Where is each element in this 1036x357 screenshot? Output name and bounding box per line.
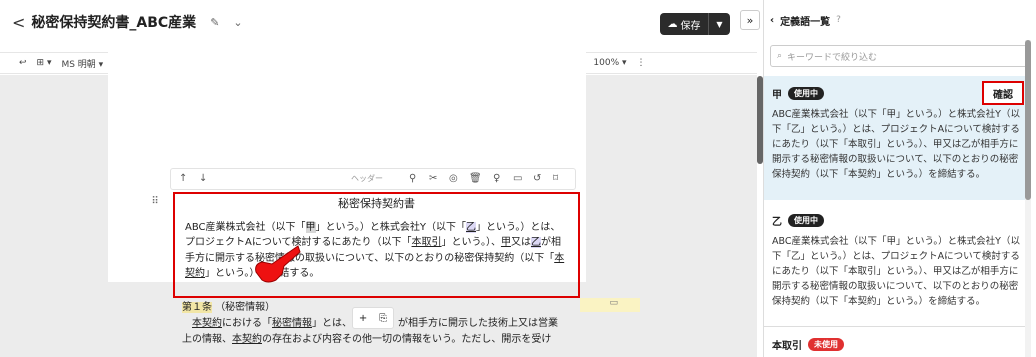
definition-item[interactable]: 甲 使用中 確認 ABC産業株式会社（以下「甲」という。）と株式会社Y（以下「乙…	[764, 76, 1030, 200]
selected-preamble-block[interactable]: 秘密保持契約書 ABC産業株式会社（以下「甲」という。）と株式会社Y（以下「乙」…	[173, 192, 580, 298]
comment-marker[interactable]: ▭	[580, 298, 640, 312]
insert-toolbar: + ⎘	[352, 307, 394, 329]
block-header-label: ヘッダー	[351, 174, 383, 183]
text-run: 又は	[510, 237, 531, 248]
term-otsu[interactable]: 乙	[466, 221, 477, 233]
term-kou[interactable]: 甲	[501, 237, 511, 248]
status-badge: 未使用	[808, 338, 844, 351]
definition-text: ABC産業株式会社（以下「甲」という。）と株式会社Y（以下「乙」という。）とは、…	[772, 109, 1020, 180]
status-badge: 使用中	[788, 87, 824, 100]
block-toolbar: ↑ ↓ ヘッダー ⚲ ✂ ◎ 🗑 ♀ ▭ ↺ ⌑	[170, 168, 576, 190]
term-otsu[interactable]: 乙	[530, 237, 541, 248]
save-menu-caret[interactable]: ▼	[708, 13, 730, 35]
term-honkeiyaku[interactable]: 本契約	[232, 334, 262, 345]
term-himitsu[interactable]: 秘密情報	[272, 318, 312, 329]
article-number: 第１条	[182, 302, 212, 313]
target-icon[interactable]: ◎	[449, 173, 458, 184]
text-run: ABC産業株式会社（以下「	[185, 221, 306, 233]
font-family-select[interactable]: MS 明朝 ▾	[56, 57, 108, 70]
block-title: 秘密保持契約書	[338, 197, 415, 210]
edit-icon[interactable]: ✎	[210, 16, 219, 29]
undo-icon[interactable]: ↩	[14, 58, 32, 68]
preamble-text: ABC産業株式会社（以下「甲」という。）と株式会社Y（以下「乙」という。）とは、…	[185, 220, 568, 282]
panel-title: 定義語一覧	[780, 16, 831, 28]
text-run: 」という。）、	[441, 237, 501, 248]
history-icon[interactable]: ↺	[533, 173, 541, 184]
text-run: の存在および内容その他一切の情報をいう。ただし、開示を受け	[262, 334, 552, 345]
chevron-down-icon[interactable]: ⌄	[233, 16, 242, 29]
panel-header: ‹ 定義語一覧 ?	[764, 0, 1036, 40]
text-run: 」という。）と株式会社Y（以下「	[315, 221, 467, 233]
definitions-panel: ‹ 定義語一覧 ? ⌕ キーワードで絞り込む 甲 使用中 確認 ABC産業株式会…	[763, 0, 1036, 357]
delete-icon[interactable]: 🗑	[469, 173, 482, 184]
definition-text: ABC産業株式会社（以下「甲」という。）と株式会社Y（以下「乙」という。）とは、…	[772, 236, 1020, 307]
help-icon[interactable]: ?	[836, 15, 841, 25]
zoom-select[interactable]: 100% ▾	[588, 58, 631, 68]
bulb-icon[interactable]: ♀	[493, 173, 500, 184]
table-icon[interactable]: ⊞ ▾	[32, 58, 57, 68]
add-icon[interactable]: +	[359, 313, 367, 324]
back-icon[interactable]: <	[12, 13, 25, 32]
comment-icon: ▭	[609, 298, 618, 308]
search-input[interactable]: ⌕ キーワードで絞り込む	[770, 45, 1030, 67]
definition-term: 甲	[772, 90, 782, 101]
panel-scrollbar[interactable]	[1025, 40, 1031, 200]
definition-term: 乙	[772, 217, 782, 228]
text-run: 上の情報、	[182, 334, 232, 345]
collapse-panel-button[interactable]: »	[740, 10, 760, 30]
document-header: < 秘密保持契約書_ABC産業 ✎ ⌄ ☁ 保存 ▼ »	[0, 0, 760, 44]
search-icon: ⌕	[777, 51, 783, 61]
term-kou[interactable]: 甲	[305, 221, 316, 233]
text-run: における「	[222, 318, 272, 329]
comment-icon[interactable]: ▭	[513, 173, 522, 184]
text-run: が相手方に開示した技術上又は営業	[398, 318, 558, 329]
status-badge: 使用中	[788, 214, 824, 227]
arrow-down-icon[interactable]: ↓	[199, 173, 207, 184]
more-button[interactable]: ⋮	[632, 58, 651, 68]
document-add-icon[interactable]: ⎘	[379, 313, 387, 324]
text-run: 」とは、	[312, 318, 352, 329]
link-icon[interactable]: ⚲	[409, 173, 416, 184]
pointer-hand-icon	[255, 245, 301, 283]
save-label: 保存	[680, 20, 701, 32]
confirm-button[interactable]: 確認	[982, 81, 1024, 105]
definition-item[interactable]: 本取引 未使用	[764, 326, 1030, 357]
cut-icon[interactable]: ✂	[429, 173, 437, 184]
arrow-up-icon[interactable]: ↑	[179, 173, 187, 184]
editor-area: < 秘密保持契約書_ABC産業 ✎ ⌄ ☁ 保存 ▼ » ↩ ⊞ ▾ MS 明朝 ▾…	[0, 0, 760, 357]
save-button-group: ☁ 保存 ▼	[660, 13, 730, 35]
definition-item[interactable]: 乙 使用中 ABC産業株式会社（以下「甲」という。）と株式会社Y（以下「乙」とい…	[764, 203, 1030, 323]
page-title: 秘密保持契約書_ABC産業	[31, 15, 197, 31]
definition-term: 本取引	[772, 341, 802, 352]
save-button[interactable]: ☁ 保存	[660, 13, 708, 35]
term-hontorihiki[interactable]: 本取引	[412, 237, 442, 248]
search-placeholder: キーワードで絞り込む	[787, 52, 878, 63]
drag-handle-icon[interactable]: ⠿	[148, 196, 162, 210]
term-honkeiyaku[interactable]: 本契約	[192, 318, 222, 329]
bookmark-icon[interactable]: ⌑	[553, 173, 558, 184]
cloud-upload-icon: ☁	[667, 18, 678, 30]
article-heading: （秘密情報）	[215, 302, 276, 313]
chevron-left-icon[interactable]: ‹	[770, 15, 774, 26]
